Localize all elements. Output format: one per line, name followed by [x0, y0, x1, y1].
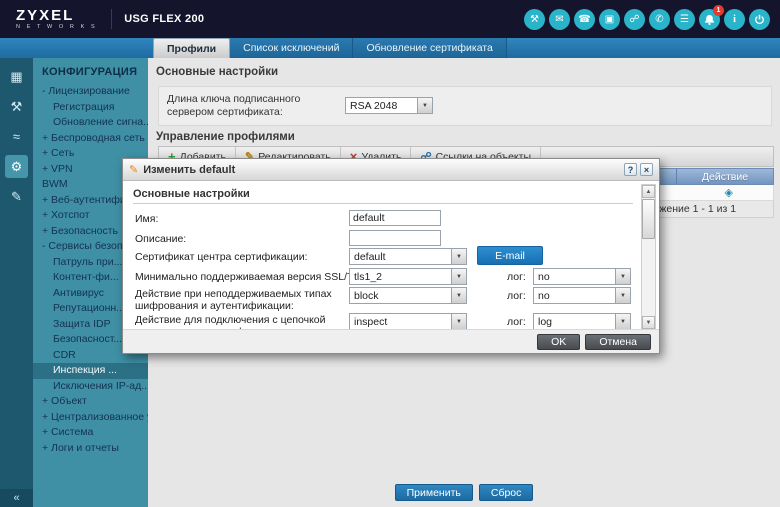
menu-item-licensing[interactable]: - Лицензирование [33, 84, 148, 100]
ssl-log-select[interactable]: no ▼ [533, 268, 631, 285]
zyxel-logo: ZYXEL N E T W O R K S [16, 8, 97, 31]
top-header: ZYXEL N E T W O R K S USG FLEX 200 ⚒ ✉ ☎… [0, 0, 780, 38]
scrollbar-thumb[interactable] [642, 199, 655, 239]
power-icon[interactable] [749, 8, 770, 30]
row-action-icon[interactable]: ◈ [725, 186, 733, 199]
section-profile-management: Управление профилями [156, 131, 295, 143]
maintenance-icon[interactable]: ✎ [5, 185, 28, 208]
monitor-icon[interactable]: ▣ [599, 8, 620, 30]
reset-button[interactable]: Сброс [478, 484, 534, 501]
cipher-action-select[interactable]: block ▼ [349, 287, 467, 304]
chevron-down-icon: ▼ [615, 288, 630, 303]
cancel-button[interactable]: Отмена [585, 333, 651, 350]
phone-icon[interactable]: ☎ [574, 8, 595, 30]
tab-exception-list[interactable]: Список исключений [230, 38, 354, 58]
menu-item-registration[interactable]: Регистрация [33, 100, 148, 116]
wrench-icon[interactable]: ⚒ [524, 8, 545, 30]
forum-icon[interactable]: ☰ [674, 8, 695, 30]
notification-bell-icon[interactable]: 1 [699, 4, 724, 30]
configuration-gear-icon[interactable]: ⚙ [5, 155, 28, 178]
zyxel-usg-flex-ui: ZYXEL N E T W O R K S USG FLEX 200 ⚒ ✉ ☎… [0, 0, 780, 507]
sidebar-collapse-button[interactable]: « [0, 489, 33, 507]
tab-profiles[interactable]: Профили [153, 38, 231, 58]
untrusted-chain-select[interactable]: inspect ▼ [349, 313, 467, 330]
cipher-action-label: Действие при неподдерживаемых типах шифр… [135, 288, 332, 312]
name-input[interactable] [349, 210, 441, 226]
dialog-body: Основные настройки Имя: Описание: Сертиф… [123, 181, 659, 338]
ssl-log-label: лог: [507, 271, 526, 283]
menu-item-signature-update[interactable]: Обновление сигна... [33, 115, 148, 131]
product-name: USG FLEX 200 [124, 13, 205, 25]
menu-item-wireless[interactable]: + Беспроводная сеть [33, 131, 148, 147]
menu-item-system[interactable]: + Система [33, 425, 148, 441]
dialog-section-title: Основные настройки [133, 188, 250, 200]
notification-badge: 1 [713, 4, 724, 16]
help-icon[interactable]: ? [624, 163, 637, 176]
ca-certificate-select[interactable]: default ▼ [349, 248, 467, 265]
scroll-down-icon[interactable]: ▼ [642, 316, 655, 329]
support-icon[interactable]: ✆ [649, 8, 670, 30]
chevron-down-icon: ▼ [451, 288, 466, 303]
menu-item-ssl-inspection[interactable]: Инспекция ... [33, 363, 148, 379]
edit-default-dialog: ✎ Изменить default ? × Основные настройк… [122, 158, 660, 354]
name-label: Имя: [135, 213, 159, 225]
brand-subtext: N E T W O R K S [16, 23, 98, 30]
email-button[interactable]: E-mail [477, 246, 543, 265]
chevron-down-icon: ▼ [451, 314, 466, 329]
monitor-activity-icon[interactable]: ≈ [5, 125, 28, 148]
menu-item-ip-exceptions[interactable]: Исключения IP-ад... [33, 379, 148, 395]
bottom-action-bar: Применить Сброс [148, 484, 780, 501]
close-icon[interactable]: × [640, 163, 653, 176]
section-divider [133, 203, 633, 204]
header-icon-group: ⚒ ✉ ☎ ▣ ☍ ✆ ☰ 1 i [524, 4, 770, 30]
dialog-titlebar[interactable]: ✎ Изменить default ? × [123, 159, 659, 181]
header-divider [111, 9, 113, 29]
sidebar-title: КОНФИГУРАЦИЯ [42, 66, 138, 78]
menu-item-centralized-mgmt[interactable]: + Централизованное у... [33, 410, 148, 426]
menu-item-object[interactable]: + Объект [33, 394, 148, 410]
brand-text: ZYXEL [16, 6, 75, 24]
chevron-down-icon: ▼ [615, 269, 630, 284]
menu-item-logs-reports[interactable]: + Логи и отчеты [33, 441, 148, 457]
mail-icon[interactable]: ✉ [549, 8, 570, 30]
chevron-down-icon: ▼ [451, 249, 466, 264]
ok-button[interactable]: OK [537, 333, 581, 350]
ssl-version-label: Минимально поддерживаемая версия SSL/TLS… [135, 271, 370, 283]
chain-log-select[interactable]: log ▼ [533, 313, 631, 330]
chevron-down-icon: ▼ [615, 314, 630, 329]
chain-log-label: лог: [507, 316, 526, 328]
tab-bar: Профили Список исключений Обновление сер… [0, 38, 780, 58]
chevron-down-icon: ▼ [451, 269, 466, 284]
key-length-row: Длина ключа подписанного сервером сертиф… [158, 86, 772, 126]
section-general-settings: Основные настройки [156, 66, 279, 78]
description-label: Описание: [135, 233, 187, 245]
ssl-version-select[interactable]: tls1_2 ▼ [349, 268, 467, 285]
scroll-up-icon[interactable]: ▲ [642, 185, 655, 198]
cipher-log-select[interactable]: no ▼ [533, 287, 631, 304]
sidebar-rail: ▦ ⚒ ≈ ⚙ ✎ « [0, 58, 33, 507]
description-input[interactable] [349, 230, 441, 246]
tab-certificate-update[interactable]: Обновление сертификата [353, 38, 507, 58]
dialog-title: Изменить default [143, 163, 236, 176]
dialog-scrollbar[interactable]: ▲ ▼ [641, 184, 656, 330]
dialog-edit-icon: ✎ [129, 164, 139, 176]
chevron-down-icon: ▼ [417, 98, 432, 113]
dashboard-icon[interactable]: ▦ [5, 65, 28, 88]
apply-button[interactable]: Применить [394, 484, 473, 501]
dialog-footer: OK Отмена [123, 329, 659, 353]
network-icon[interactable]: ☍ [624, 8, 645, 30]
info-icon[interactable]: i [724, 8, 745, 30]
key-length-label: Длина ключа подписанного сервером сертиф… [167, 93, 301, 118]
tools-icon[interactable]: ⚒ [5, 95, 28, 118]
ca-certificate-label: Сертификат центра сертификации: [135, 251, 308, 263]
key-length-select[interactable]: RSA 2048 ▼ [345, 97, 433, 114]
cipher-log-label: лог: [507, 290, 526, 302]
action-column-header: Действие [676, 169, 773, 184]
